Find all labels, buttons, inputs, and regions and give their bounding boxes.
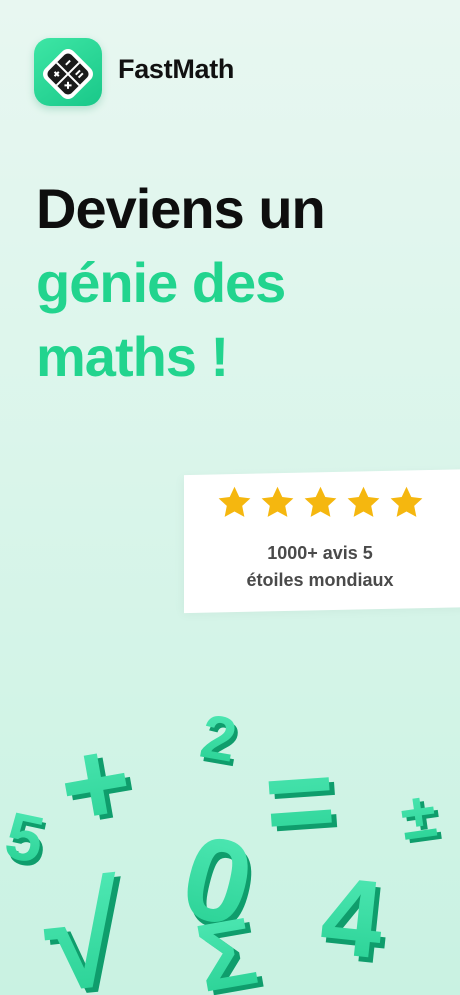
sigma-symbol: Σ Σ [189,897,270,995]
star-rating [216,484,436,521]
star-icon [218,486,251,517]
svg-text:+: + [49,711,141,855]
star-icon [261,486,294,517]
calculator-logo-icon [43,49,93,99]
two-symbol: 2 2 [196,702,245,781]
svg-text:=: = [260,731,339,870]
plus-symbol: + + [49,711,147,859]
rating-caption-line-1: 1000+ avis 5 [267,543,373,563]
headline: Deviens un génie des maths ! [36,172,326,394]
star-icon [304,486,337,517]
square-root-symbol: √ √ [37,856,136,995]
headline-line-2: génie des [36,251,286,314]
star-icon [390,486,423,517]
rating-caption-line-2: étoiles mondiaux [246,570,394,590]
plus-minus-symbol: ± ± [396,778,445,858]
rating-caption: 1000+ avis 5 étoiles mondiaux [200,540,440,594]
four-symbol: 4 4 [315,854,393,988]
headline-line-3: maths ! [36,325,229,388]
app-name: FastMath [118,54,235,84]
headline-line-1: Deviens un [36,177,326,240]
svg-text:4: 4 [315,854,389,983]
app-logo-icon [34,38,102,106]
math-symbols-illustration: 5 5 + + 2 2 √ √ 0 0 Σ Σ = = 4 4 ± ± [0,702,445,995]
star-icon [347,486,380,517]
